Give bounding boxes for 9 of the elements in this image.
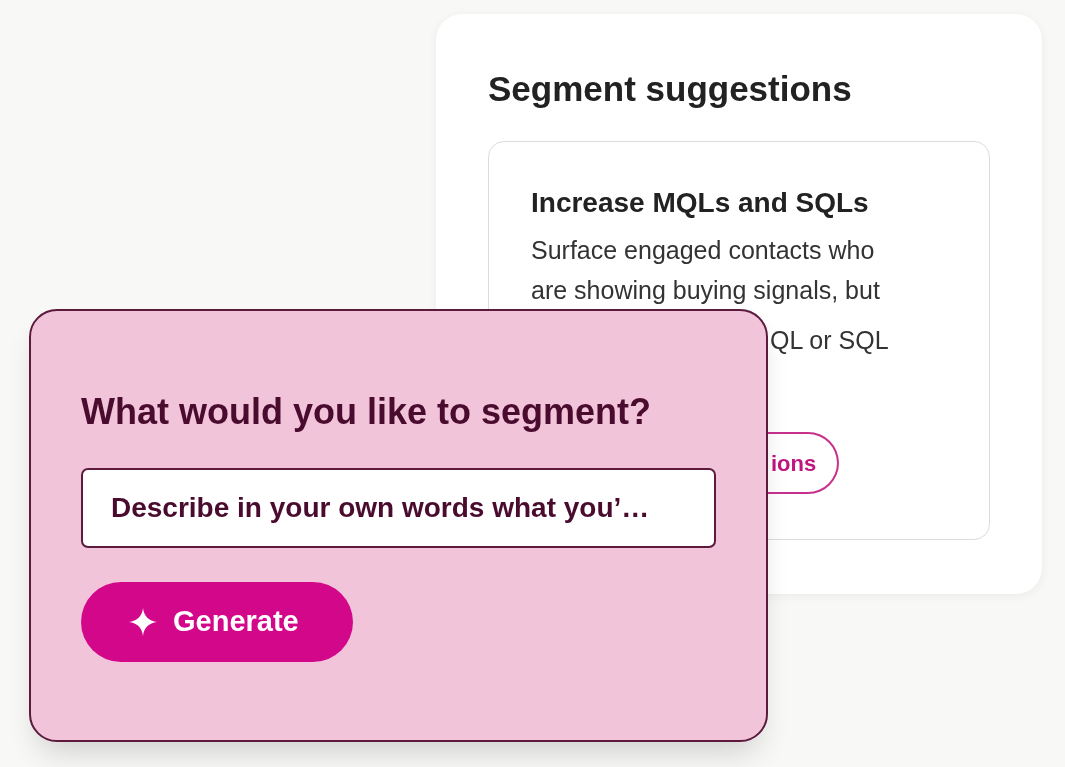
- prompt-heading: What would you like to segment?: [81, 391, 653, 433]
- suggestion-description: Surface engaged contacts who: [531, 235, 876, 266]
- panel-title: Segment suggestions: [488, 69, 853, 109]
- sparkle-icon: [129, 608, 157, 636]
- suggestion-description: are showing buying signals, but: [531, 275, 881, 306]
- prompt-input-field[interactable]: Describe in your own words what you’…: [81, 468, 716, 548]
- suggestion-title: Increase MQLs and SQLs: [531, 186, 870, 220]
- suggestion-description: QL or SQL: [770, 325, 890, 356]
- generate-button[interactable]: Generate: [81, 582, 353, 662]
